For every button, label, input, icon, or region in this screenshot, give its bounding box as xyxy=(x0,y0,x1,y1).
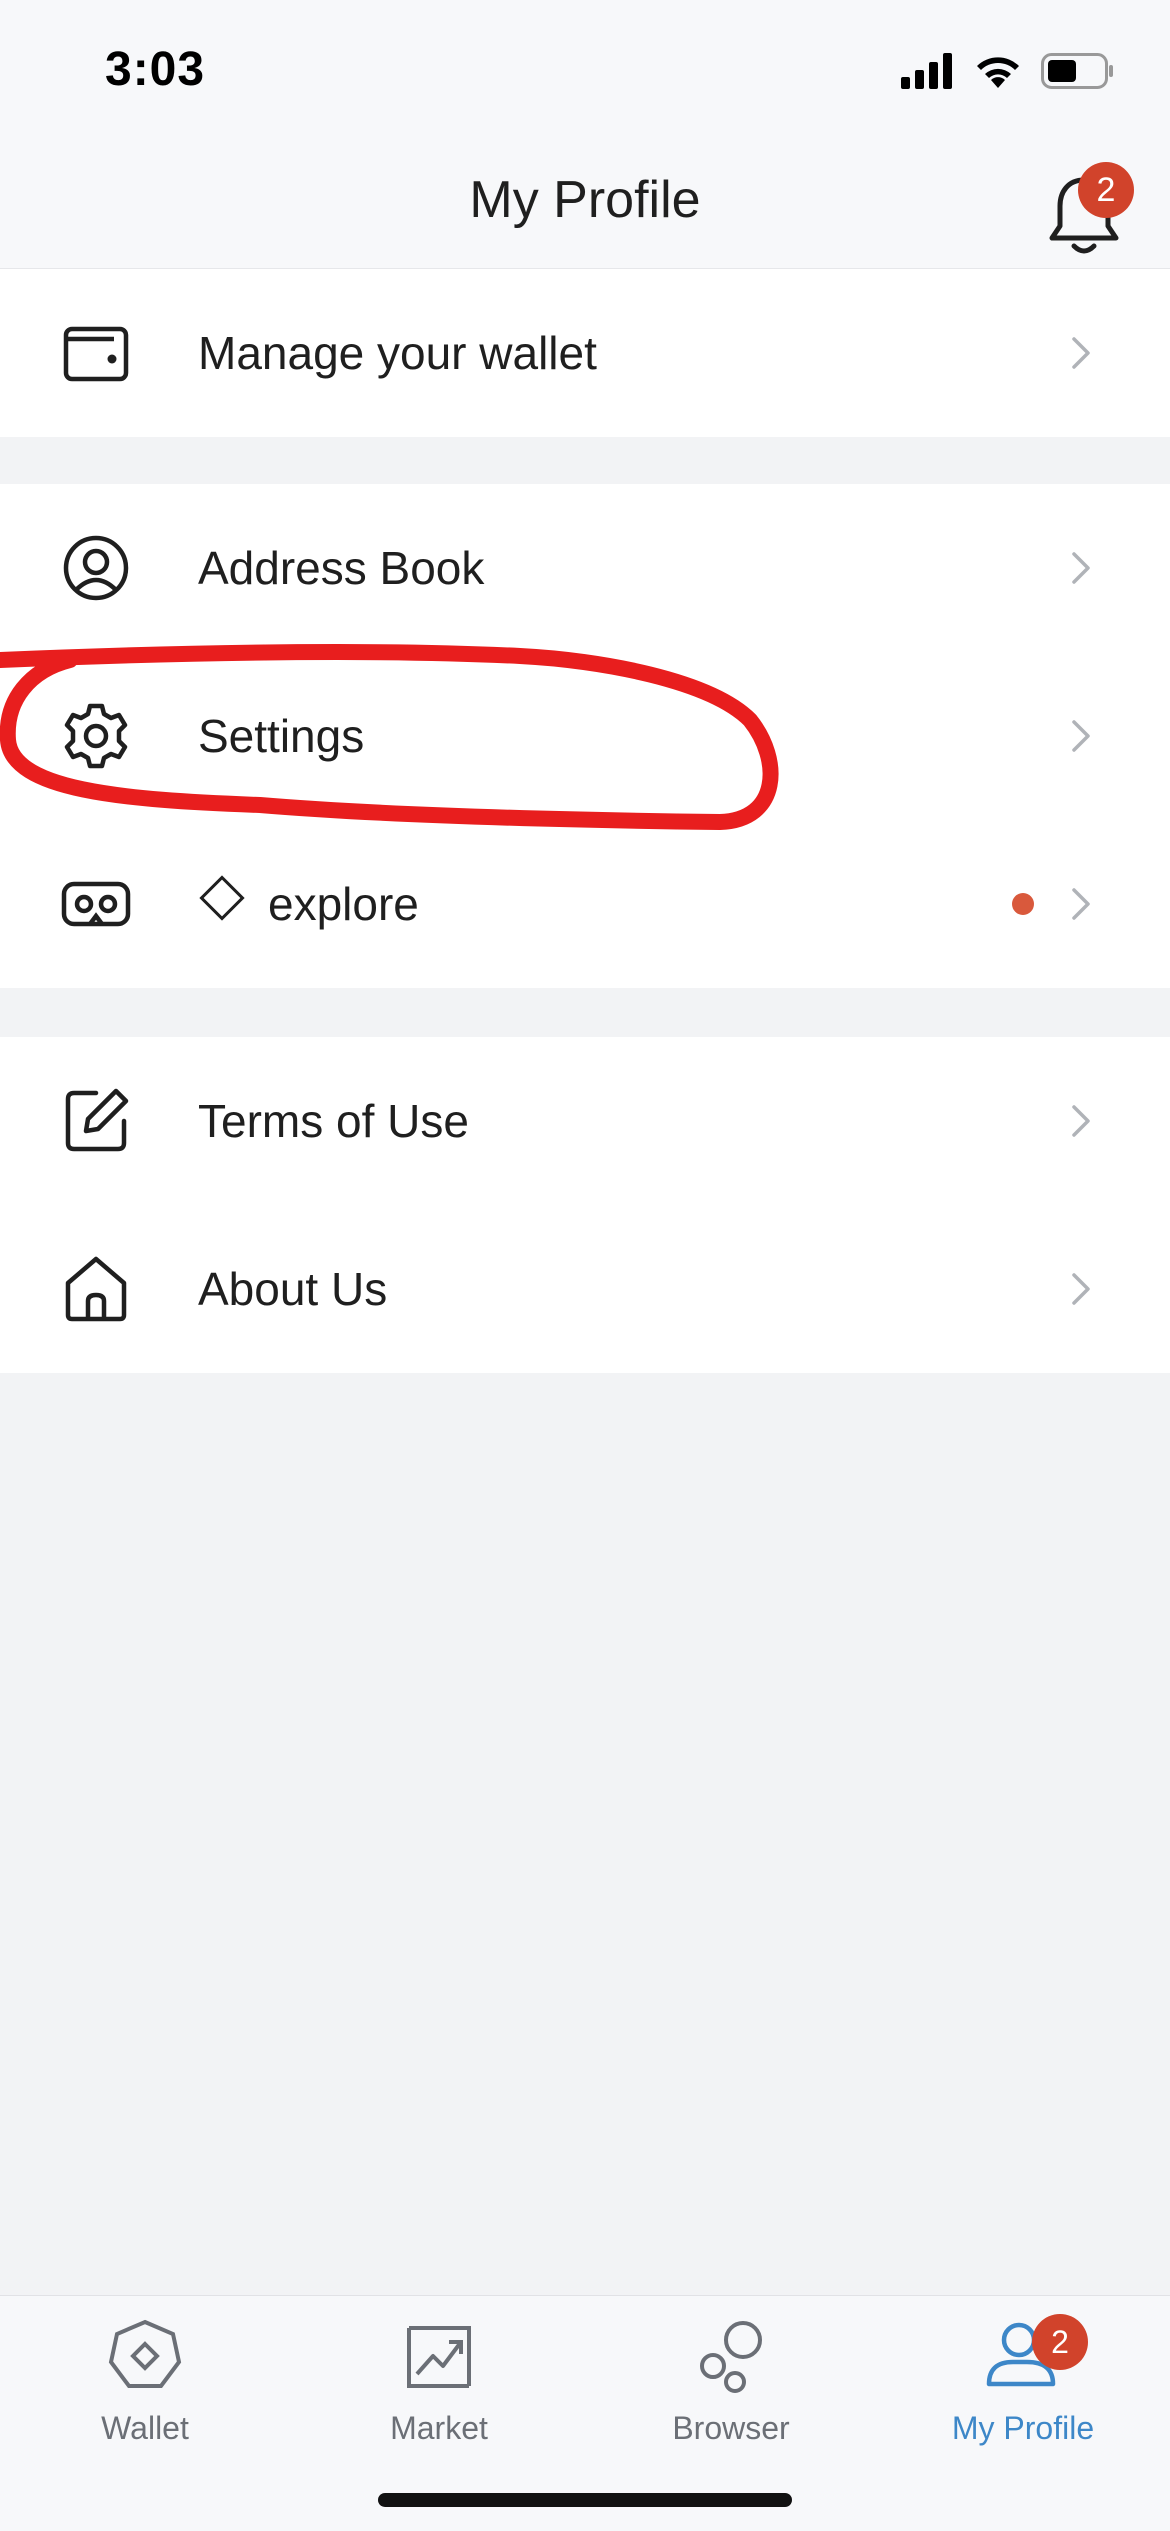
notification-badge: 2 xyxy=(1078,162,1134,218)
menu-item-explore[interactable]: explore xyxy=(0,820,1170,988)
browser-bubbles-icon xyxy=(700,2321,762,2393)
chevron-right-icon xyxy=(1072,552,1090,584)
notifications-button[interactable]: 2 xyxy=(1044,162,1134,254)
menu-item-about-us[interactable]: About Us xyxy=(0,1205,1170,1373)
battery-icon xyxy=(1041,53,1113,89)
edit-icon xyxy=(65,1088,129,1152)
status-time: 3:03 xyxy=(105,43,206,96)
explore-label: explore xyxy=(268,878,419,930)
tab-browser[interactable]: Browser xyxy=(621,2316,841,2476)
status-icons xyxy=(901,52,1115,90)
menu-item-label: Terms of Use xyxy=(198,1095,469,1147)
home-indicator xyxy=(378,2493,792,2507)
tab-my-profile[interactable]: My Profile xyxy=(913,2316,1133,2476)
chevron-right-icon xyxy=(1072,720,1090,752)
status-bar: 3:03 xyxy=(0,0,1170,140)
gear-icon xyxy=(64,703,128,769)
diamond-icon xyxy=(199,875,245,921)
chevron-right-icon xyxy=(1072,1105,1090,1137)
info-section: Terms of Use About Us xyxy=(0,1037,1170,1373)
chevron-right-icon xyxy=(1072,888,1090,920)
tab-wallet[interactable]: Wallet xyxy=(35,2316,255,2476)
tab-label: Market xyxy=(390,2410,488,2446)
chevron-right-icon xyxy=(1072,337,1090,369)
signal-icon xyxy=(901,53,952,89)
menu-item-label: About Us xyxy=(198,1263,388,1315)
user-circle-icon xyxy=(63,535,129,601)
market-chart-icon xyxy=(407,2326,471,2388)
menu-item-label: Settings xyxy=(198,710,365,762)
menu-item-manage-wallet[interactable]: Manage your wallet xyxy=(0,269,1170,437)
tab-market[interactable]: Market xyxy=(329,2316,549,2476)
vr-glasses-icon xyxy=(61,881,131,927)
home-icon xyxy=(65,1256,127,1322)
menu-item-label: Manage your wallet xyxy=(198,327,597,379)
tab-badge: 2 xyxy=(1032,2314,1088,2370)
new-indicator-dot xyxy=(1012,893,1034,915)
wallet-hex-icon xyxy=(108,2319,182,2388)
tab-label: Wallet xyxy=(101,2410,189,2446)
wallet-section: Manage your wallet xyxy=(0,269,1170,437)
menu-item-settings[interactable]: Settings xyxy=(0,652,1170,820)
menu-item-label: Address Book xyxy=(198,542,485,594)
tab-label: Browser xyxy=(672,2410,790,2446)
wifi-icon xyxy=(977,57,1019,88)
menu-item-address-book[interactable]: Address Book xyxy=(0,484,1170,652)
page-title: My Profile xyxy=(469,171,701,229)
menu-item-terms-of-use[interactable]: Terms of Use xyxy=(0,1037,1170,1205)
tab-label: My Profile xyxy=(951,2410,1095,2446)
account-section: Address Book Settings explore xyxy=(0,484,1170,988)
menu-item-label: explore xyxy=(198,875,419,931)
chevron-right-icon xyxy=(1072,1273,1090,1305)
wallet-icon xyxy=(63,326,129,382)
page-header: My Profile 2 xyxy=(0,140,1170,269)
